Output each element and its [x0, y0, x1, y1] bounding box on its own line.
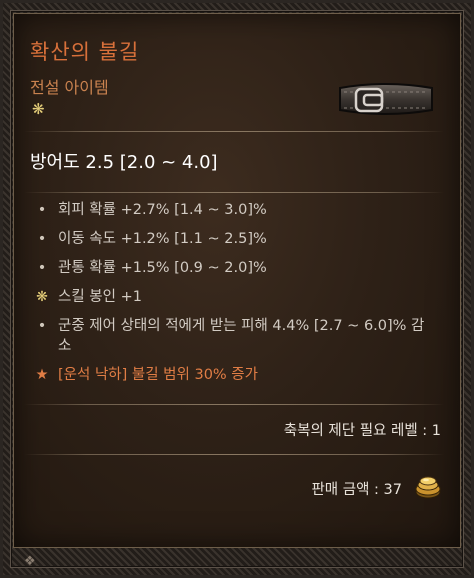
affix-text: 군중 제어 상태의 적에게 받는 피해 4.4% [2.7 ~ 6.0]% 감소 — [58, 318, 425, 354]
item-rarity: 전설 아이템 — [30, 78, 109, 97]
divider — [24, 454, 444, 455]
star-icon: ★ — [35, 367, 49, 383]
divider — [24, 192, 444, 193]
affix-cc-damage-reduction: • 군중 제어 상태의 적에게 받는 피해 4.4% [2.7 ~ 6.0]% … — [34, 316, 434, 356]
item-name: 확산의 불길 — [30, 40, 140, 64]
affix-move-speed: • 이동 속도 +1.2% [1.1 ~ 2.5]% — [34, 229, 434, 249]
affix-dodge: • 회피 확률 +2.7% [1.4 ~ 3.0]% — [34, 200, 434, 220]
affix-text: 관통 확률 +1.5% [0.9 ~ 2.0]% — [58, 260, 267, 276]
bullet-icon: • — [37, 260, 47, 276]
bullet-icon: • — [37, 231, 47, 247]
bullet-icon: • — [37, 318, 47, 334]
affix-text: 이동 속도 +1.2% [1.1 ~ 2.5]% — [58, 231, 267, 247]
flower-icon: ❋ — [36, 289, 48, 305]
affix-text: [운석 낙하] 불길 범위 30% 증가 — [58, 367, 258, 383]
sell-price: 판매 금액 : 37 — [311, 482, 402, 498]
affix-skill-seal: ❋ 스킬 봉인 +1 — [34, 287, 434, 307]
affix-list: • 회피 확률 +2.7% [1.4 ~ 3.0]% • 이동 속도 +1.2%… — [34, 200, 434, 394]
divider — [24, 404, 444, 405]
corner-ornament: ❖ — [24, 554, 36, 569]
gold-coins-icon — [415, 476, 441, 499]
level-requirement: 축복의 제단 필요 레벨 : 1 — [283, 423, 441, 439]
affix-text: 스킬 봉인 +1 — [58, 289, 142, 305]
divider — [24, 131, 444, 132]
armor-value: 방어도 2.5 [2.0 ~ 4.0] — [30, 152, 218, 173]
flower-icon: ❋ — [32, 100, 45, 118]
belt-icon — [339, 83, 433, 115]
bullet-icon: • — [37, 202, 47, 218]
affix-text: 회피 확률 +2.7% [1.4 ~ 3.0]% — [58, 202, 267, 218]
affix-legendary: ★ [운석 낙하] 불길 범위 30% 증가 — [34, 365, 434, 385]
affix-penetration: • 관통 확률 +1.5% [0.9 ~ 2.0]% — [34, 258, 434, 278]
